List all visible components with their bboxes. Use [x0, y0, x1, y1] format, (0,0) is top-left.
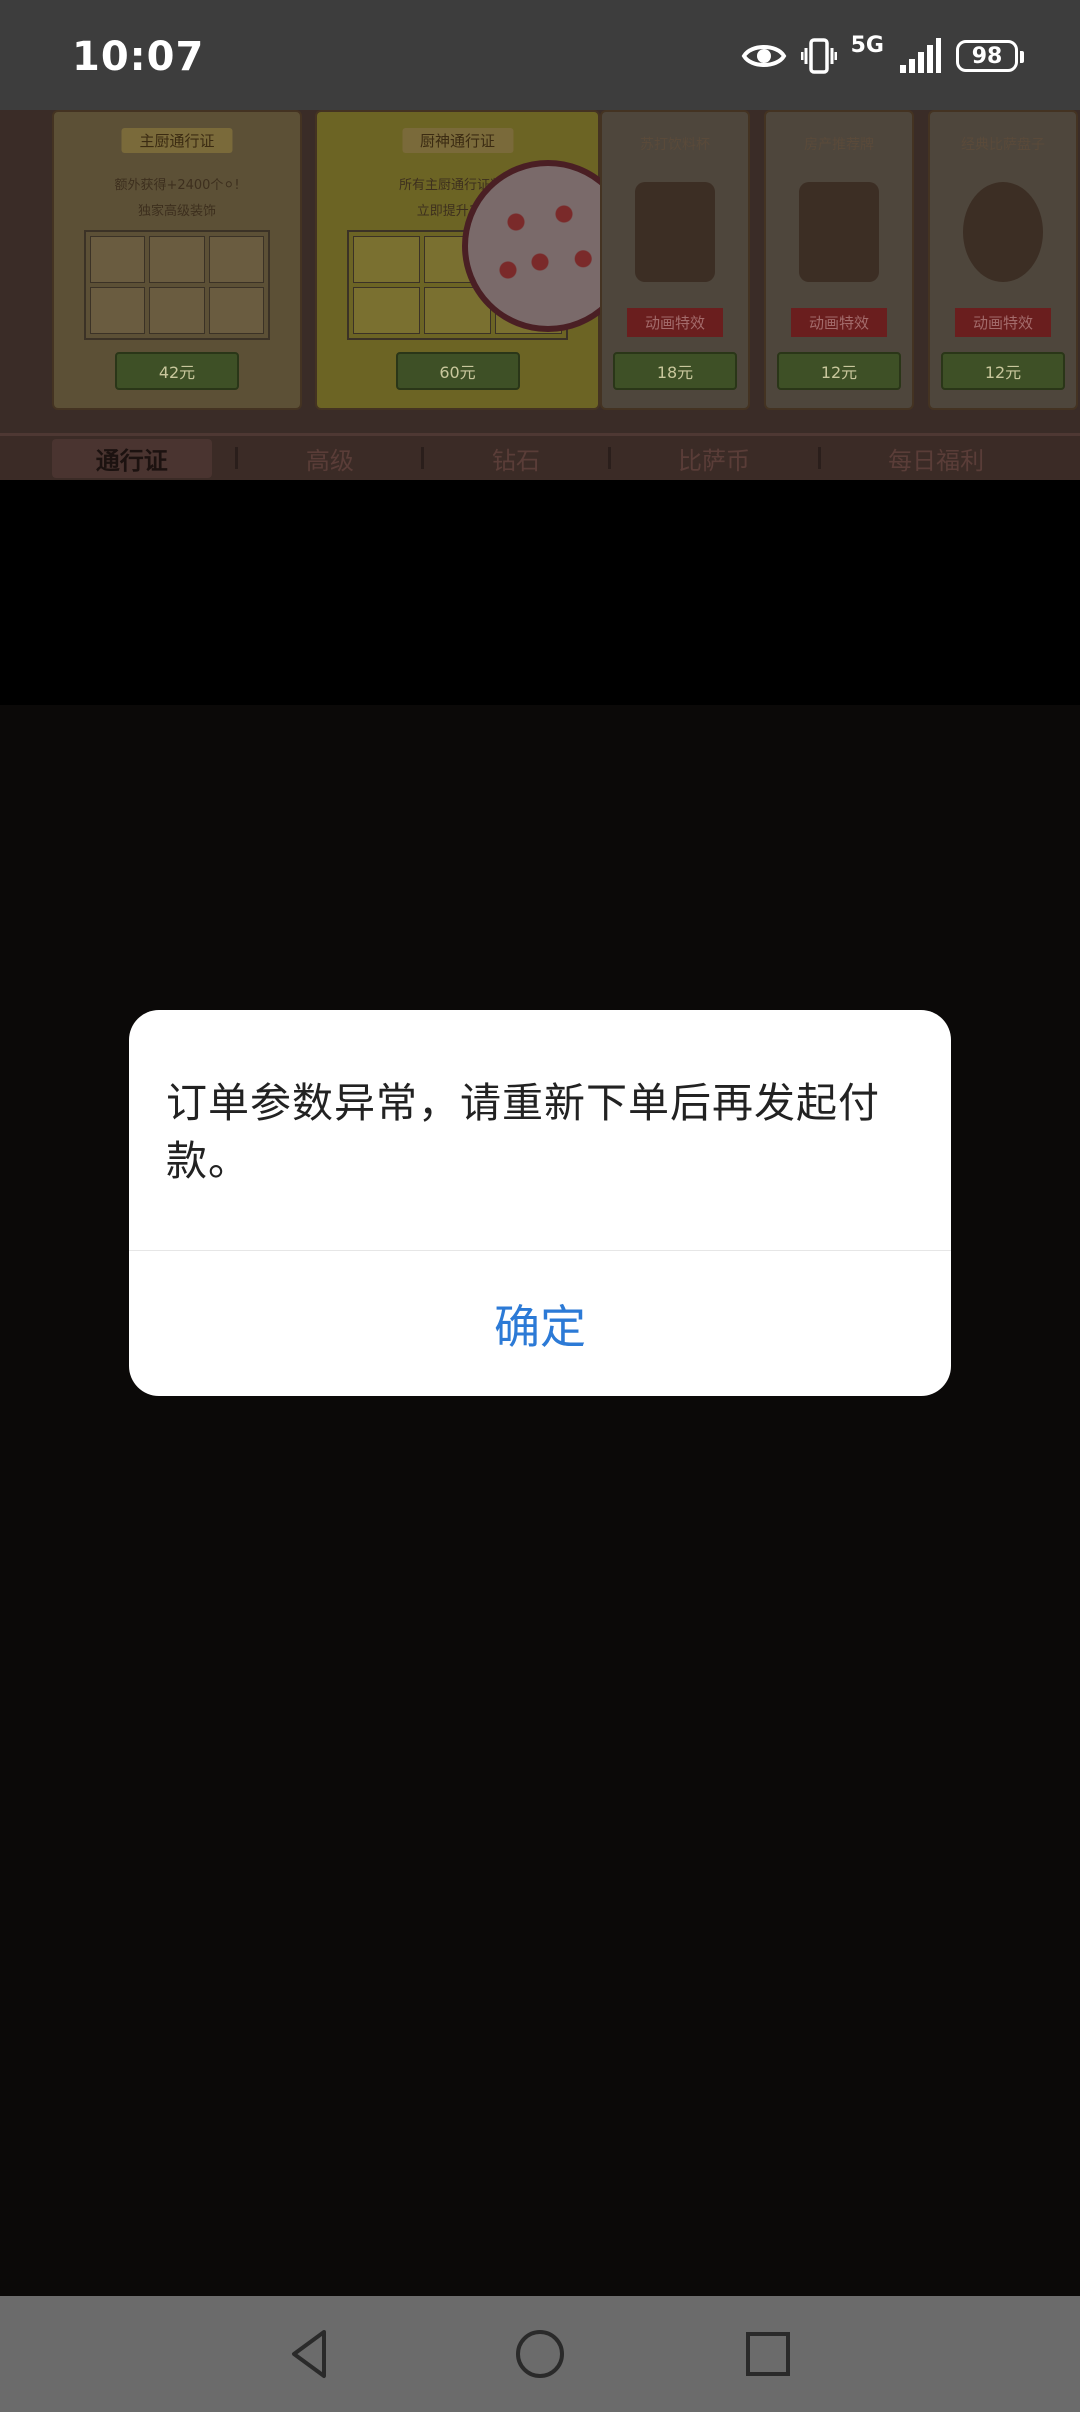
item-image: [635, 182, 715, 282]
vibrate-icon: [800, 38, 837, 74]
tab-pizza-coin: 比萨币: [678, 446, 751, 475]
price-button: 12元: [941, 352, 1065, 390]
shop-card-house-sign: 房产推荐牌 动画特效 12元: [764, 110, 914, 410]
reward-grid: [84, 230, 270, 340]
price-button: 18元: [613, 352, 737, 390]
card-line: 额外获得+2400个⚪!: [114, 178, 240, 193]
price-button: 42元: [115, 352, 239, 390]
card-title: 厨神通行证: [401, 128, 514, 153]
tab-separator: [817, 447, 821, 469]
shop-tab-bar: 通行证 高级 钻石 比萨币 每日福利: [0, 433, 1080, 480]
background-band: [0, 480, 1080, 705]
error-dialog: 订单参数异常，请重新下单后再发起付款。 确定: [129, 1010, 951, 1396]
confirm-button[interactable]: 确定: [129, 1251, 951, 1396]
effect-tag: 动画特效: [954, 308, 1052, 337]
tab-pass: 通行证: [51, 438, 212, 478]
card-title: 经典比萨盘子: [961, 137, 1045, 153]
card-title: 房产推荐牌: [804, 137, 874, 153]
shop-card-pizza-plate: 经典比萨盘子 动画特效 12元: [928, 110, 1078, 410]
effect-tag: 动画特效: [626, 308, 724, 337]
shop-card-chef-pass: 主厨通行证 额外获得+2400个⚪! 独家高级装饰 42元: [52, 110, 302, 410]
eye-icon: [741, 45, 786, 67]
tab-separator: [607, 447, 611, 469]
status-icons: 5G 98: [741, 33, 1024, 76]
battery-icon: 98: [956, 40, 1024, 72]
battery-level: 98: [971, 43, 1003, 69]
dialog-message: 订单参数异常，请重新下单后再发起付款。: [166, 1079, 880, 1185]
signal-icon: [900, 38, 941, 73]
back-icon[interactable]: [280, 2324, 340, 2384]
home-icon[interactable]: [510, 2324, 570, 2384]
card-title: 主厨通行证: [121, 128, 233, 153]
item-image: [799, 182, 879, 282]
status-bar: 10:07 5G 98: [0, 0, 1080, 110]
effect-tag: 动画特效: [790, 308, 888, 337]
game-shop-background: 主厨通行证 额外获得+2400个⚪! 独家高级装饰 42元 厨神通行证 所有主厨…: [0, 110, 1080, 480]
recent-apps-icon[interactable]: [738, 2324, 798, 2384]
tab-separator: [235, 447, 239, 469]
card-title: 苏打饮料杯: [640, 137, 710, 153]
tab-daily-bonus: 每日福利: [888, 446, 985, 475]
price-button: 12元: [777, 352, 901, 390]
card-line: 独家高级装饰: [137, 204, 216, 219]
price-button: 60元: [395, 352, 520, 390]
navigation-bar: [0, 2296, 1080, 2412]
shop-card-soda-cup: 苏打饮料杯 动画特效 18元: [600, 110, 750, 410]
tab-premium: 高级: [305, 446, 354, 475]
tab-diamond: 钻石: [491, 446, 540, 475]
tab-separator: [421, 447, 425, 469]
network-type: 5G: [850, 33, 884, 58]
item-image: [963, 182, 1043, 282]
status-time: 10:07: [72, 34, 205, 80]
